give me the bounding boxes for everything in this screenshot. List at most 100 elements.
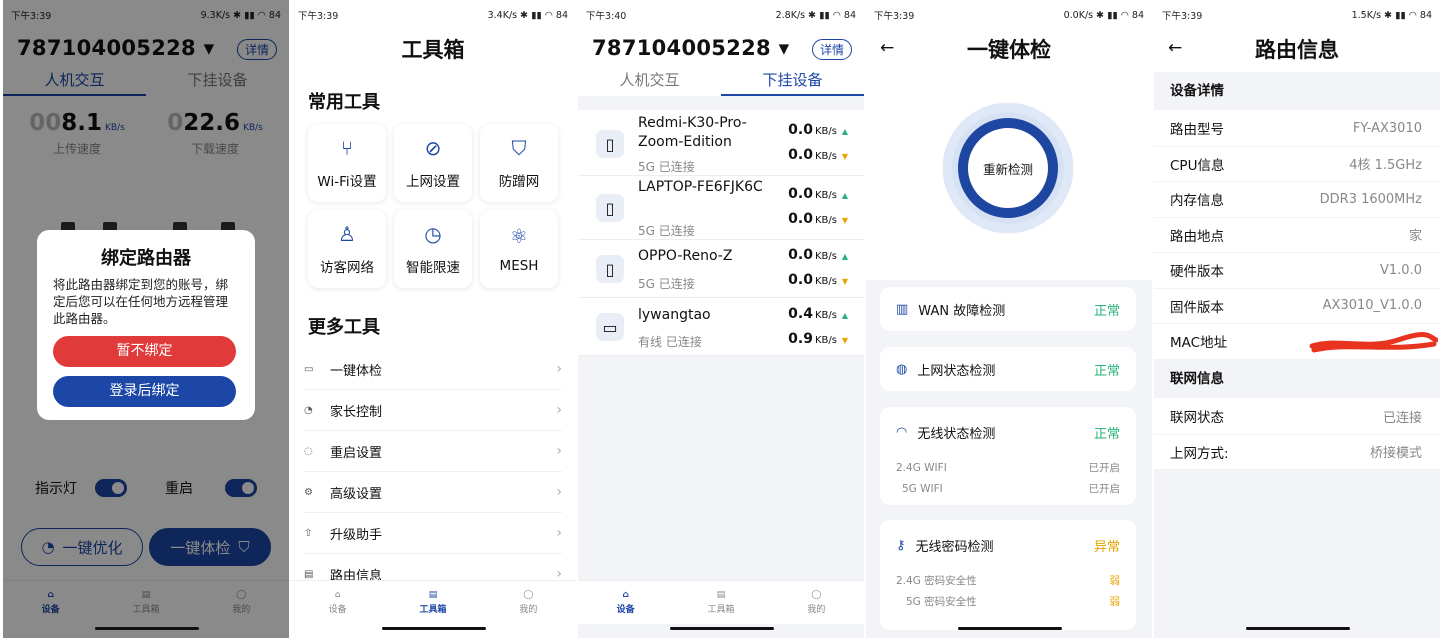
home-screen-with-bind-modal: 下午3:39 9.3K/s ✱ ▮▮ ◠ 84 787104005228 ▾ 详…: [3, 0, 289, 638]
device-up-speed: 0.4 KB/s ▲: [788, 306, 848, 322]
speed-limit-icon: ◷: [424, 222, 442, 246]
device-status: 有线 已连接: [638, 335, 702, 349]
device-up-speed: 0.0 KB/s ▲: [788, 247, 848, 263]
bind-router-dialog: 绑定路由器 将此路由器绑定到您的账号，绑定后您可以在任何地方远程管理此路由器。 …: [37, 230, 255, 420]
common-tools-title: 常用工具: [308, 92, 380, 113]
nav-toolbox[interactable]: ▤ 工具箱: [385, 581, 480, 624]
page-title: 一键体检: [967, 38, 1051, 62]
nav-devices[interactable]: ⌂ 设备: [290, 581, 385, 624]
home-indicator: [670, 627, 774, 630]
device-name: lywangtao: [638, 307, 711, 323]
status-badge: 正常: [1093, 363, 1120, 379]
device-name: OPPO-Reno-Z: [638, 248, 733, 264]
page-title: 路由信息: [1255, 38, 1339, 62]
nav-me[interactable]: ◯ 我的: [481, 581, 576, 624]
tab-devices[interactable]: 下挂设备: [721, 66, 864, 96]
info-row: CPU信息 4核 1.5GHz: [1154, 147, 1440, 182]
parental-icon: ◔: [304, 404, 313, 416]
toolbox-icon: ▤: [716, 590, 726, 600]
tool-speed-limit[interactable]: ◷ 智能限速: [394, 210, 472, 288]
redaction-scribble: [1309, 332, 1438, 353]
device-row[interactable]: ▯ LAPTOP-FE6FJK6C 5G 已连接 0.0 KB/s ▲ 0.0 KB…: [578, 176, 864, 240]
device-up-speed: 0.0 KB/s ▲: [788, 186, 848, 202]
tool-anti-leech[interactable]: ⛉ 防蹭网: [480, 124, 558, 202]
info-row: 联网状态 已连接: [1154, 399, 1440, 435]
wifi-settings-icon: ⑂: [341, 136, 353, 160]
device-down-speed: 0.0 KB/s ▼: [788, 147, 848, 163]
status-speed: 0.0K/s ✱ ▮▮ ◠ 84: [1063, 9, 1144, 21]
dialog-text: 将此路由器绑定到您的账号，绑定后您可以在任何地方远程管理此路由器。: [53, 277, 229, 326]
toolbox-icon: ▤: [428, 590, 438, 600]
key-icon: ⚷: [896, 537, 906, 553]
reboot-icon: ◌: [304, 445, 313, 457]
chevron-right-icon: ›: [556, 361, 562, 377]
device-down-speed: 0.0 KB/s ▼: [788, 272, 848, 288]
status-bar: 下午3:39 0.0K/s ✱ ▮▮ ◠ 84: [866, 0, 1152, 30]
tab-interaction[interactable]: 人机交互: [578, 66, 721, 96]
router-info-screen: 下午3:39 1.5K/s ✱ ▮▮ ◠ 84 ← 路由信息 设备详情 路由型号…: [1154, 0, 1440, 638]
checkup-icon: ▭: [304, 363, 314, 375]
mesh-icon: ⚛: [510, 224, 528, 248]
connected-devices-screen: 下午3:40 2.8K/s ✱ ▮▮ ◠ 84 787104005228 ▾ 详…: [578, 0, 864, 638]
desktop-icon: ▭: [596, 313, 624, 341]
info-row: 上网方式: 桥接模式: [1154, 435, 1440, 470]
phone-icon: ▯: [596, 255, 624, 283]
home-indicator: [382, 627, 486, 630]
menu-item-parental[interactable]: ◔ 家长控制 ›: [304, 390, 562, 431]
shield-icon: ⛉: [511, 136, 527, 160]
nav-me[interactable]: ◯ 我的: [769, 581, 864, 624]
menu-item-checkup[interactable]: ▭ 一键体检 ›: [304, 349, 562, 390]
info-icon: ▤: [304, 568, 314, 580]
status-bar: 下午3:40 2.8K/s ✱ ▮▮ ◠ 84: [578, 0, 864, 30]
bottom-nav: ⌂ 设备 ▤ 工具箱 ◯ 我的: [578, 580, 864, 624]
more-tools-title: 更多工具: [308, 317, 380, 338]
network-info-header: 联网信息: [1154, 360, 1440, 398]
check-wireless: ◠ 无线状态检测 正常 2.4G WIFI 已开启 5G WIFI 已开启: [880, 407, 1136, 505]
recheck-button[interactable]: 重新检测: [958, 118, 1058, 218]
login-bind-button[interactable]: 登录后绑定: [53, 376, 236, 407]
device-name: LAPTOP-FE6FJK6C: [638, 179, 763, 195]
device-down-speed: 0.0 KB/s ▼: [788, 211, 848, 227]
device-detail-header: 设备详情: [1154, 72, 1440, 110]
home-indicator: [95, 627, 199, 630]
device-row[interactable]: ▭ lywangtao 有线 已连接 0.4 KB/s ▲ 0.9 KB/s ▼: [578, 298, 864, 356]
device-up-speed: 0.0 KB/s ▲: [788, 122, 848, 138]
router-icon: ▥: [896, 301, 909, 317]
check-internet: ◍ 上网状态检测 正常: [880, 347, 1136, 391]
router-icon: ⌂: [622, 590, 629, 600]
status-time: 下午3:40: [586, 11, 627, 22]
menu-item-reboot[interactable]: ◌ 重启设置 ›: [304, 431, 562, 472]
tool-internet-settings[interactable]: ⊘ 上网设置: [394, 124, 472, 202]
info-row: 路由地点家: [1154, 218, 1440, 253]
device-row[interactable]: ▯ OPPO-Reno-Z 5G 已连接 0.0 KB/s ▲ 0.0 KB/s ▼: [578, 240, 864, 298]
status-bar: 下午3:39 3.4K/s ✱ ▮▮ ◠ 84: [290, 0, 576, 30]
status-badge: 异常: [1093, 539, 1120, 555]
detail-button[interactable]: 详情: [812, 39, 853, 60]
tool-guest-network[interactable]: ♙ 访客网络: [308, 210, 386, 288]
scan-ring: 重新检测: [920, 80, 1096, 256]
person-icon: ◯: [811, 590, 822, 600]
tool-mesh[interactable]: ⚛ MESH: [480, 210, 558, 288]
status-time: 下午3:39: [298, 11, 339, 22]
status-speed: 2.8K/s ✱ ▮▮ ◠ 84: [775, 9, 856, 21]
chevron-right-icon: ›: [556, 443, 562, 459]
status-badge: 正常: [1093, 426, 1120, 442]
status-bar: 下午3:39 1.5K/s ✱ ▮▮ ◠ 84: [1154, 0, 1440, 30]
router-icon: ⌂: [334, 590, 341, 600]
gear-icon: ⚙: [304, 486, 313, 498]
chevron-right-icon: ›: [556, 484, 562, 500]
home-indicator: [958, 627, 1062, 630]
info-row: 固件版本 AX3010_V1.0.0: [1154, 289, 1440, 324]
device-row[interactable]: ▯ Redmi-K30-Pro-Zoom-Edition 5G 已连接 0.0 K…: [578, 110, 864, 176]
status-time: 下午3:39: [874, 11, 915, 22]
tool-wifi-settings[interactable]: ⑂ Wi-Fi设置: [308, 124, 386, 202]
account-id[interactable]: 787104005228 ▾: [592, 36, 789, 60]
nav-toolbox[interactable]: ▤ 工具箱: [673, 581, 768, 624]
nav-devices[interactable]: ⌂ 设备: [578, 581, 673, 624]
menu-item-advanced[interactable]: ⚙ 高级设置 ›: [304, 472, 562, 513]
skip-bind-button[interactable]: 暂不绑定: [53, 336, 236, 367]
status-speed: 3.4K/s ✱ ▮▮ ◠ 84: [487, 9, 568, 21]
menu-item-upgrade[interactable]: ⇧ 升级助手 ›: [304, 513, 562, 554]
status-badge: 正常: [1093, 303, 1120, 319]
info-row: 路由型号 FY-AX3010: [1154, 111, 1440, 147]
